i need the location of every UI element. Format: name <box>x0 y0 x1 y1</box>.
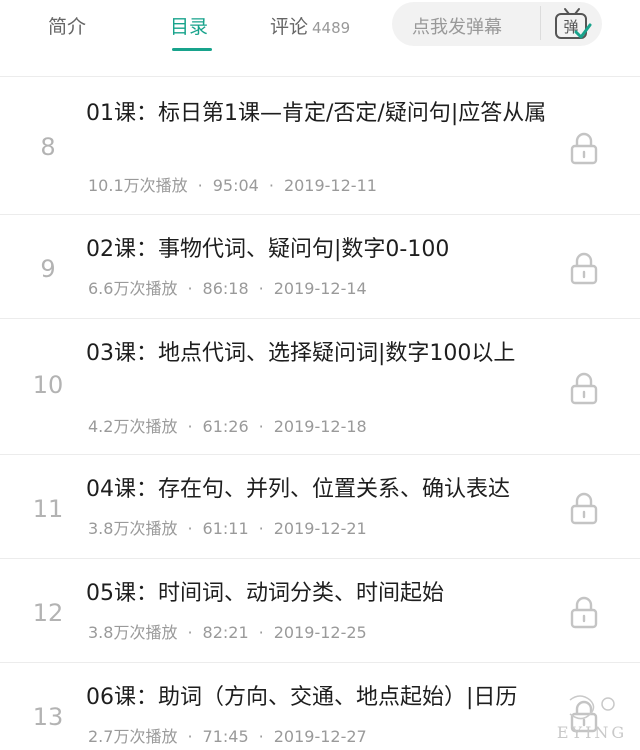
lock-icon <box>570 132 598 165</box>
lesson-title: 04课：存在句、并列、位置关系、确认表达 <box>86 477 510 502</box>
tab-comments-label: 评论 <box>270 16 309 38</box>
lesson-duration: 82:21 <box>202 623 249 642</box>
tab-contents[interactable]: 目录 <box>170 12 208 39</box>
lesson-row[interactable]: 10 03课：地点代词、选择疑问词|数字100以上 4.2万次播放 · 61:26 ·… <box>0 318 640 454</box>
lesson-meta: 4.2万次播放 · 61:26 · 2019-12-18 <box>88 417 367 436</box>
tab-comments[interactable]: 评论 4489 <box>270 12 350 39</box>
lesson-date: 2019-12-25 <box>273 623 367 642</box>
danmaku-divider <box>540 6 541 40</box>
lesson-meta: 3.8万次播放 · 61:11 · 2019-12-21 <box>88 519 367 538</box>
lesson-plays: 3.8万次播放 <box>88 623 178 642</box>
lesson-duration: 61:11 <box>202 519 249 538</box>
danmaku-toggle-icon[interactable]: 弹 <box>552 6 592 42</box>
lesson-plays: 10.1万次播放 <box>88 176 188 195</box>
lesson-meta: 10.1万次播放 · 95:04 · 2019-12-11 <box>88 176 377 195</box>
lesson-row[interactable]: 13 06课：助词（方向、交通、地点起始）|日历 2.7万次播放 · 71:45 · 2… <box>0 662 640 750</box>
lesson-index: 10 <box>32 371 64 399</box>
lesson-row[interactable]: 12 05课：时间词、动词分类、时间起始 3.8万次播放 · 82:21 · 2019-… <box>0 558 640 662</box>
active-tab-indicator <box>172 48 212 51</box>
lesson-date: 2019-12-11 <box>283 176 377 195</box>
lesson-index: 11 <box>32 495 64 523</box>
lesson-date: 2019-12-27 <box>273 727 367 746</box>
lock-icon <box>570 492 598 525</box>
watermark-logo: EYING <box>557 695 627 742</box>
watermark-text: EYING <box>557 723 627 742</box>
lesson-date: 2019-12-18 <box>273 417 367 436</box>
lesson-title: 01课：标日第1课—肯定/否定/疑问句|应答从属 <box>86 101 547 126</box>
lesson-index: 13 <box>32 703 64 731</box>
lesson-meta: 2.7万次播放 · 71:45 · 2019-12-27 <box>88 727 367 746</box>
lesson-plays: 2.7万次播放 <box>88 727 178 746</box>
lesson-title: 06课：助词（方向、交通、地点起始）|日历 <box>86 685 518 710</box>
lesson-duration: 86:18 <box>202 279 249 298</box>
lesson-title: 05课：时间词、动词分类、时间起始 <box>86 581 444 606</box>
lesson-title: 02课：事物代词、疑问句|数字0-100 <box>86 237 450 262</box>
lesson-index: 8 <box>40 133 56 161</box>
lesson-row[interactable]: 8 01课：标日第1课—肯定/否定/疑问句|应答从属 10.1万次播放 · 95:0… <box>0 76 640 195</box>
lesson-plays: 4.2万次播放 <box>88 417 178 436</box>
lesson-meta: 6.6万次播放 · 86:18 · 2019-12-14 <box>88 279 367 298</box>
lesson-date: 2019-12-14 <box>273 279 367 298</box>
tab-intro[interactable]: 简介 <box>48 12 86 39</box>
tab-bar: 简介 目录 评论 4489 点我发弹幕 弹 <box>0 0 640 64</box>
lesson-duration: 95:04 <box>212 176 259 195</box>
comment-count: 4489 <box>312 19 351 37</box>
lesson-duration: 61:26 <box>202 417 249 436</box>
lesson-meta: 3.8万次播放 · 82:21 · 2019-12-25 <box>88 623 367 642</box>
lesson-plays: 3.8万次播放 <box>88 519 178 538</box>
lesson-row[interactable]: 11 04课：存在句、并列、位置关系、确认表达 3.8万次播放 · 61:11 · 20… <box>0 454 640 558</box>
lesson-plays: 6.6万次播放 <box>88 279 178 298</box>
lock-icon <box>570 596 598 629</box>
lock-icon <box>570 372 598 405</box>
lesson-row[interactable]: 9 02课：事物代词、疑问句|数字0-100 6.6万次播放 · 86:18 · 201… <box>0 214 640 318</box>
lesson-index: 9 <box>40 255 56 283</box>
danmaku-input[interactable]: 点我发弹幕 <box>412 13 502 39</box>
lock-icon <box>570 252 598 285</box>
lesson-title: 03课：地点代词、选择疑问词|数字100以上 <box>86 341 516 366</box>
lesson-index: 12 <box>32 599 64 627</box>
lesson-date: 2019-12-21 <box>273 519 367 538</box>
lesson-duration: 71:45 <box>202 727 249 746</box>
